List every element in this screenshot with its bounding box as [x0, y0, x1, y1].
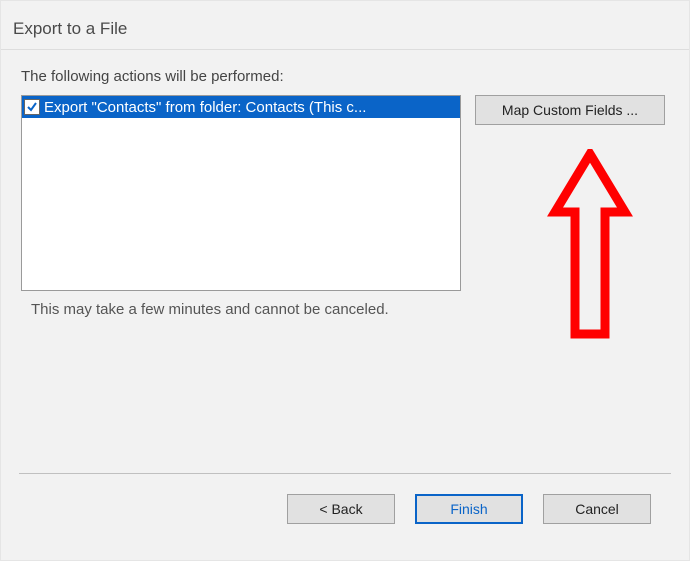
warning-text: This may take a few minutes and cannot b… [31, 301, 669, 318]
checkmark-icon [27, 102, 37, 112]
export-wizard-dialog: Export to a File The following actions w… [0, 0, 690, 561]
finish-button[interactable]: Finish [415, 494, 523, 524]
actions-listbox[interactable]: Export "Contacts" from folder: Contacts … [21, 95, 461, 291]
action-checkbox[interactable] [24, 99, 40, 115]
back-button[interactable]: < Back [287, 494, 395, 524]
actions-row: Export "Contacts" from folder: Contacts … [21, 95, 669, 291]
cancel-button[interactable]: Cancel [543, 494, 651, 524]
dialog-content: The following actions will be performed:… [1, 50, 689, 318]
instruction-text: The following actions will be performed: [21, 68, 669, 85]
action-item-label: Export "Contacts" from folder: Contacts … [44, 99, 366, 116]
action-item[interactable]: Export "Contacts" from folder: Contacts … [22, 96, 460, 118]
map-custom-fields-button[interactable]: Map Custom Fields ... [475, 95, 665, 125]
dialog-title: Export to a File [1, 1, 689, 50]
dialog-footer: < Back Finish Cancel [19, 473, 671, 560]
